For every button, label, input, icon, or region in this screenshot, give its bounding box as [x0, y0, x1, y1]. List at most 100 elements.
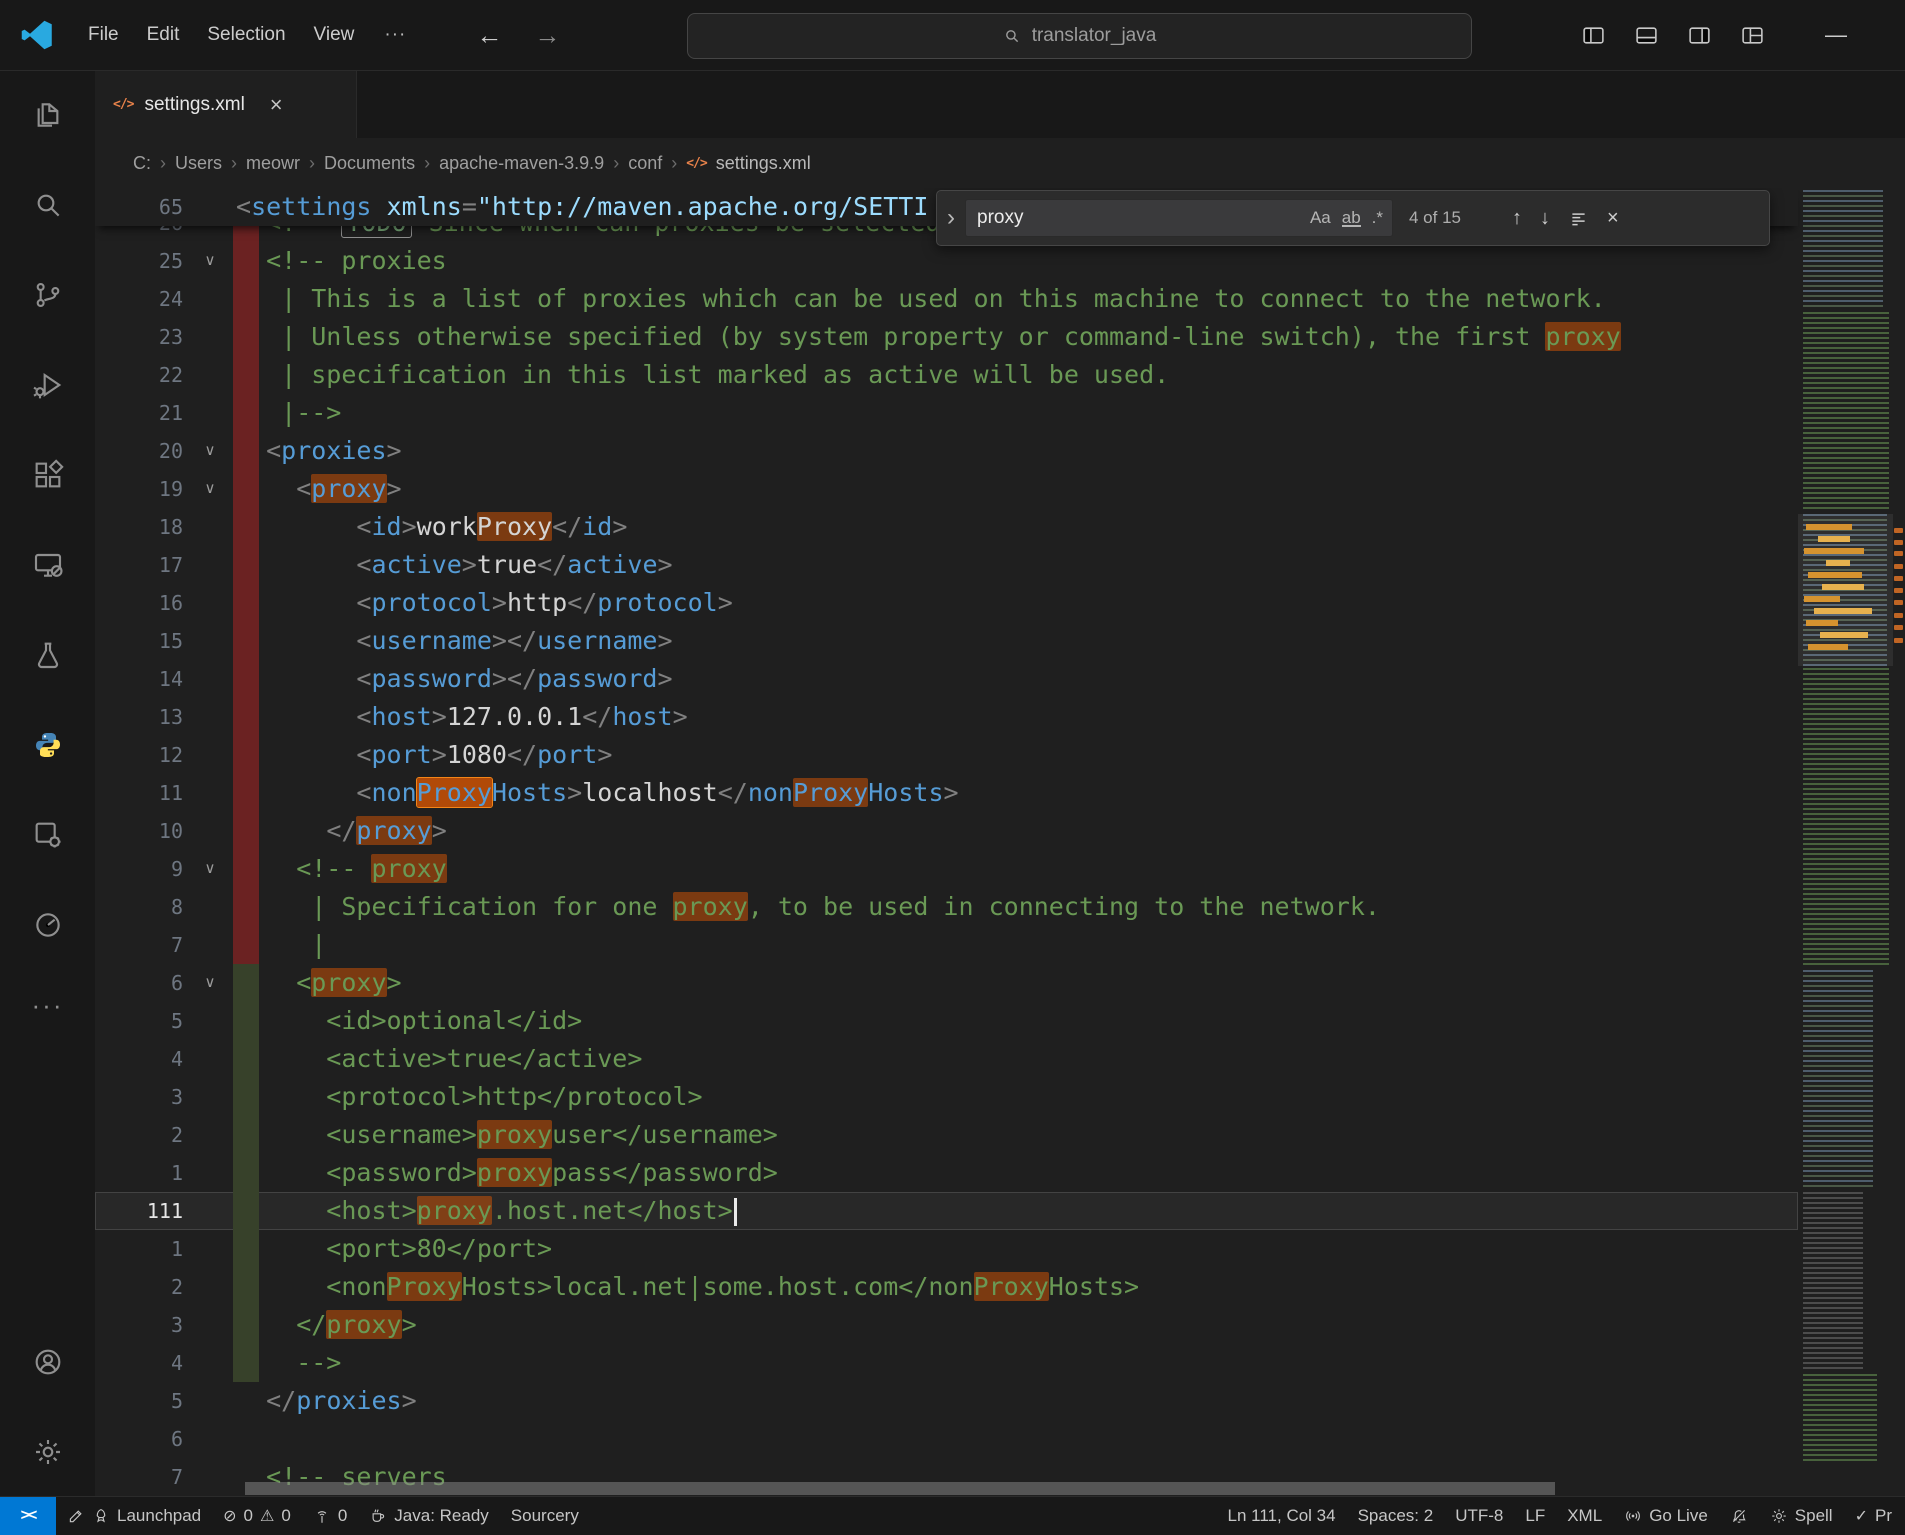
code-line[interactable]: 111 <host>proxy.host.net</host>: [95, 1192, 1798, 1230]
line-number[interactable]: 8: [95, 888, 183, 926]
code-line[interactable]: 18 <id>workProxy</id>: [95, 508, 1798, 546]
line-number[interactable]: 15: [95, 622, 183, 660]
line-number[interactable]: 4: [95, 1040, 183, 1078]
close-find-icon[interactable]: ×: [1607, 207, 1619, 230]
breadcrumb-file[interactable]: settings.xml: [716, 153, 811, 174]
code-line[interactable]: 6∨ <proxy>: [95, 964, 1798, 1002]
status-go-live[interactable]: Go Live: [1613, 1506, 1719, 1526]
line-number[interactable]: 16: [95, 584, 183, 622]
fold-chevron-icon[interactable]: ∨: [193, 850, 227, 888]
sidebar-item-extensions[interactable]: [0, 430, 95, 520]
back-icon[interactable]: ←: [464, 16, 514, 55]
status-indentation[interactable]: Spaces: 2: [1347, 1506, 1445, 1526]
status-encoding[interactable]: UTF-8: [1444, 1506, 1514, 1526]
sidebar-item-remote-explorer[interactable]: [0, 520, 95, 610]
sidebar-item-source-control[interactable]: [0, 250, 95, 340]
code-line[interactable]: 20∨ <proxies>: [95, 432, 1798, 470]
match-case-icon[interactable]: Aa: [1310, 208, 1331, 228]
code-line[interactable]: 12 <port>1080</port>: [95, 736, 1798, 774]
code-line[interactable]: 16 <protocol>http</protocol>: [95, 584, 1798, 622]
breadcrumb-segment[interactable]: meowr: [246, 153, 300, 174]
horizontal-scrollbar[interactable]: [245, 1482, 1555, 1495]
sidebar-item-testing[interactable]: [0, 610, 95, 700]
sidebar-item-search[interactable]: [0, 160, 95, 250]
find-next-icon[interactable]: ↓: [1540, 207, 1550, 230]
line-number[interactable]: 22: [95, 356, 183, 394]
toggle-secondary-sidebar-icon[interactable]: [1687, 23, 1712, 48]
sidebar-item-run-debug[interactable]: [0, 340, 95, 430]
status-problems[interactable]: ⊘ 0 ⚠ 0: [212, 1506, 302, 1526]
close-icon[interactable]: ×: [270, 92, 283, 118]
code-line[interactable]: 2 <username>proxyuser</username>: [95, 1116, 1798, 1154]
code-line[interactable]: 7 |: [95, 926, 1798, 964]
code-line[interactable]: 14 <password></password>: [95, 660, 1798, 698]
line-number[interactable]: 7: [95, 926, 183, 964]
minimize-icon[interactable]: —: [1815, 0, 1857, 70]
status-launchpad[interactable]: Launchpad: [56, 1506, 212, 1526]
code-line[interactable]: 15 <username></username>: [95, 622, 1798, 660]
fold-chevron-icon[interactable]: ∨: [193, 470, 227, 508]
code-line[interactable]: 5 </proxies>: [95, 1382, 1798, 1420]
line-number[interactable]: 24: [95, 280, 183, 318]
menu-selection[interactable]: Selection: [193, 16, 299, 54]
code-line[interactable]: 22 | specification in this list marked a…: [95, 356, 1798, 394]
code-line[interactable]: 11 <nonProxyHosts>localhost</nonProxyHos…: [95, 774, 1798, 812]
line-number[interactable]: 3: [95, 1306, 183, 1344]
status-ports[interactable]: 0: [302, 1506, 358, 1526]
line-number[interactable]: 65: [95, 188, 183, 226]
line-number[interactable]: 17: [95, 546, 183, 584]
line-number[interactable]: 2: [95, 1268, 183, 1306]
code-line[interactable]: 21 |-->: [95, 394, 1798, 432]
remote-indicator[interactable]: ><: [0, 1497, 56, 1535]
line-number[interactable]: 6: [95, 964, 183, 1002]
code-line[interactable]: 5 <id>optional</id>: [95, 1002, 1798, 1040]
menu-view[interactable]: View: [300, 16, 369, 54]
line-number[interactable]: 20: [95, 432, 183, 470]
line-number[interactable]: 9: [95, 850, 183, 888]
toggle-panel-icon[interactable]: [1634, 23, 1659, 48]
line-number[interactable]: 25: [95, 242, 183, 280]
line-number[interactable]: 13: [95, 698, 183, 736]
line-number[interactable]: 6: [95, 1420, 183, 1458]
status-java[interactable]: Java: Ready: [358, 1506, 500, 1526]
status-notifications[interactable]: [1719, 1507, 1759, 1525]
line-number[interactable]: 21: [95, 394, 183, 432]
line-number[interactable]: 1: [95, 1230, 183, 1268]
breadcrumb-segment[interactable]: Documents: [324, 153, 415, 174]
menu-more[interactable]: ···: [370, 16, 420, 54]
code-line[interactable]: 25∨ <!-- proxies: [95, 242, 1798, 280]
line-number[interactable]: 12: [95, 736, 183, 774]
status-eol[interactable]: LF: [1514, 1506, 1556, 1526]
breadcrumb-segment[interactable]: C:: [133, 153, 151, 174]
code-line[interactable]: 10 </proxy>: [95, 812, 1798, 850]
code-line[interactable]: 4 -->: [95, 1344, 1798, 1382]
sidebar-item-python[interactable]: [0, 700, 95, 790]
toggle-sidebar-icon[interactable]: [1581, 23, 1606, 48]
code-line[interactable]: 23 | Unless otherwise specified (by syst…: [95, 318, 1798, 356]
breadcrumb-segment[interactable]: conf: [628, 153, 662, 174]
find-input[interactable]: Aa ab .*: [965, 199, 1393, 237]
whole-word-icon[interactable]: ab: [1342, 210, 1361, 227]
tab-settings-xml[interactable]: </> settings.xml ×: [95, 70, 357, 138]
regex-icon[interactable]: .*: [1372, 208, 1383, 228]
status-cursor-position[interactable]: Ln 111, Col 34: [1217, 1506, 1347, 1526]
line-number[interactable]: 4: [95, 1344, 183, 1382]
code-line[interactable]: 3 </proxy>: [95, 1306, 1798, 1344]
customize-layout-icon[interactable]: [1740, 23, 1765, 48]
menu-file[interactable]: File: [74, 16, 133, 54]
fold-chevron-icon[interactable]: ∨: [193, 964, 227, 1002]
line-number[interactable]: 1: [95, 1154, 183, 1192]
code-line[interactable]: 1 <port>80</port>: [95, 1230, 1798, 1268]
find-in-selection-icon[interactable]: [1568, 208, 1589, 229]
line-number[interactable]: 19: [95, 470, 183, 508]
menu-edit[interactable]: Edit: [133, 16, 194, 54]
code-line[interactable]: 2 <nonProxyHosts>local.net|some.host.com…: [95, 1268, 1798, 1306]
fold-chevron-icon[interactable]: ∨: [193, 242, 227, 280]
line-number[interactable]: 11: [95, 774, 183, 812]
forward-icon[interactable]: →: [522, 16, 572, 55]
code-line[interactable]: 3 <protocol>http</protocol>: [95, 1078, 1798, 1116]
sidebar-item-tool[interactable]: [0, 880, 95, 970]
code-line[interactable]: 1 <password>proxypass</password>: [95, 1154, 1798, 1192]
status-sourcery[interactable]: Sourcery: [500, 1506, 590, 1526]
minimap[interactable]: [1798, 188, 1893, 1497]
